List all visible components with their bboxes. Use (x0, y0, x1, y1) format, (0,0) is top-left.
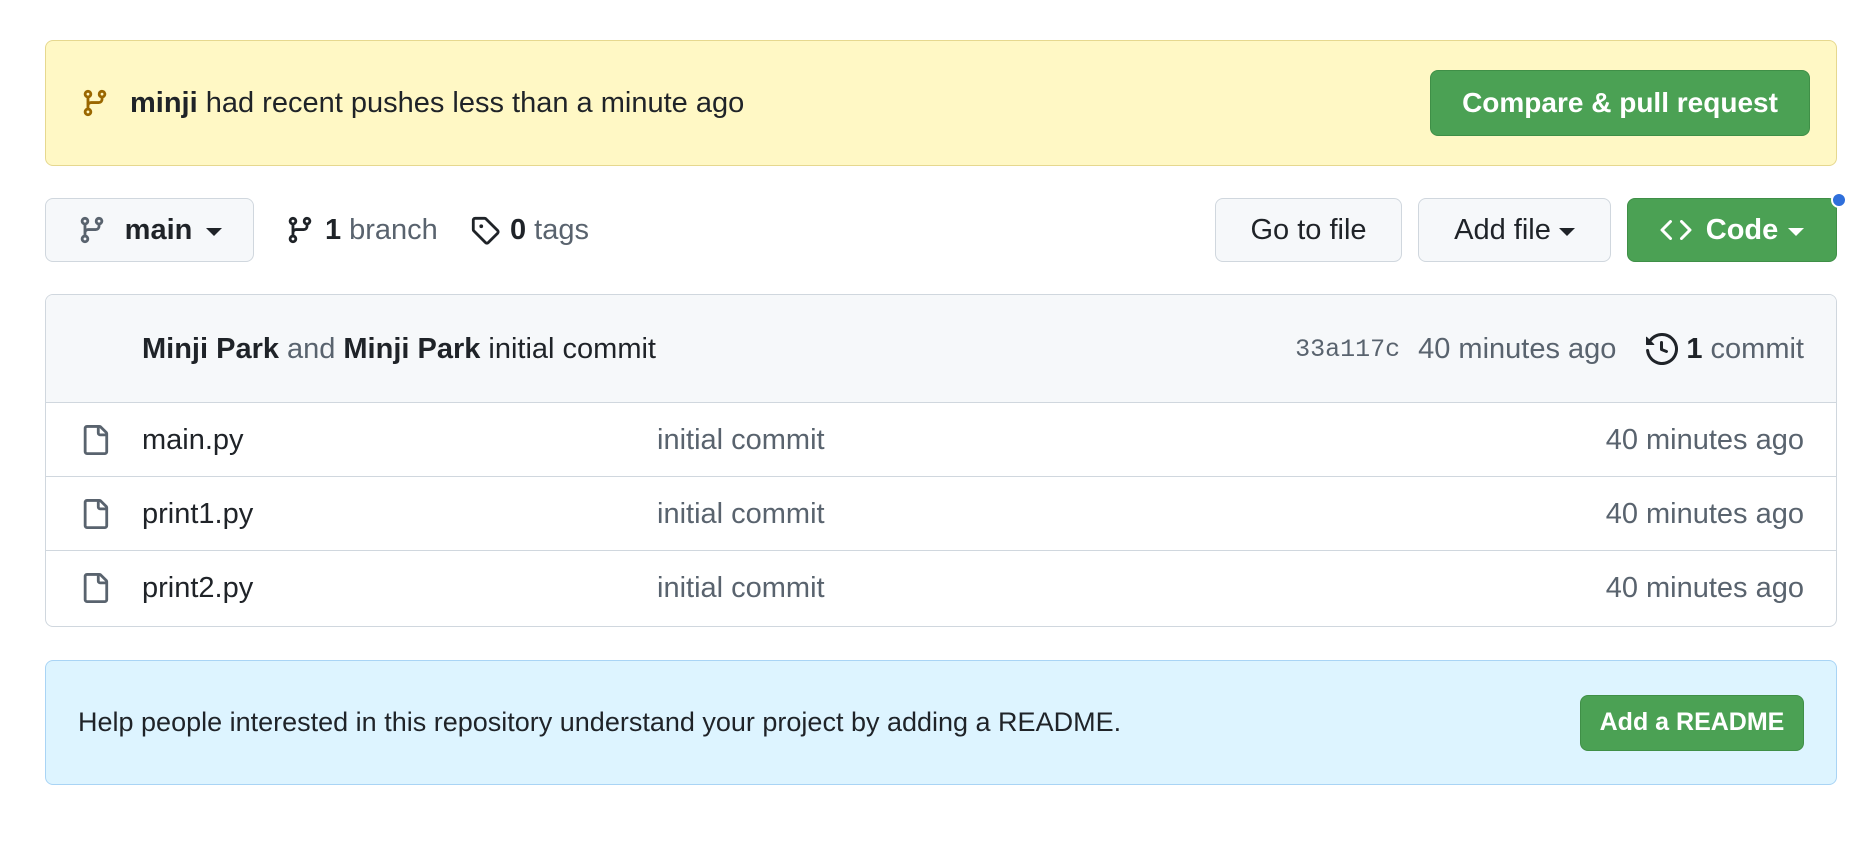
push-message: had recent pushes less than a minute ago (205, 86, 745, 119)
branch-label: branch (349, 213, 438, 246)
file-commit-message-link[interactable]: initial commit (657, 477, 825, 551)
go-to-file-label: Go to file (1250, 213, 1367, 246)
file-listing: Minji Park and Minji Park initial commit… (45, 294, 1837, 627)
file-name-link[interactable]: print1.py (142, 477, 253, 551)
git-branch-icon (288, 216, 312, 244)
commit-author[interactable]: Minji Park (142, 333, 279, 366)
repo-page: minji had recent pushes less than a minu… (0, 0, 1876, 846)
add-file-button[interactable]: Add file (1418, 198, 1611, 262)
commit-time: 40 minutes ago (1418, 332, 1617, 365)
file-commit-message-link[interactable]: initial commit (657, 551, 825, 625)
go-to-file-button[interactable]: Go to file (1215, 198, 1402, 262)
file-commit-time: 40 minutes ago (1605, 424, 1804, 456)
code-button[interactable]: Code (1627, 198, 1837, 262)
file-icon (83, 499, 109, 529)
tag-icon (471, 216, 500, 245)
add-readme-button[interactable]: Add a README (1580, 694, 1804, 751)
latest-commit-header: Minji Park and Minji Park initial commit… (46, 295, 1836, 403)
history-icon[interactable] (1646, 333, 1679, 365)
commit-count-label[interactable]: commit (1711, 333, 1804, 366)
caret-down-icon (1558, 228, 1575, 236)
file-commit-time: 40 minutes ago (1605, 498, 1804, 530)
commit-sha-link[interactable]: 33a117c (1295, 335, 1400, 364)
push-user[interactable]: minji (130, 87, 198, 119)
notification-dot (1831, 192, 1847, 208)
branch-name: main (124, 213, 193, 246)
branch-count: 1 (325, 213, 342, 246)
latest-commit-meta: 33a117c 40 minutes ago 1 commit (1295, 295, 1804, 403)
commit-conjunction: and (287, 332, 336, 365)
file-icon (83, 425, 109, 455)
caret-down-icon (206, 228, 223, 236)
branch-selector-button[interactable]: main (45, 198, 254, 262)
branches-link[interactable]: 1 branch (285, 198, 438, 262)
tag-label: tags (534, 213, 589, 246)
caret-down-icon (1788, 228, 1805, 236)
file-row[interactable]: main.py initial commit 40 minutes ago (46, 403, 1836, 477)
git-branch-icon (83, 89, 107, 117)
add-file-label: Add file (1454, 213, 1551, 246)
commit-message-link[interactable]: initial commit (488, 333, 656, 366)
code-label: Code (1705, 213, 1779, 246)
file-icon (83, 573, 109, 603)
commit-count[interactable]: 1 (1686, 333, 1702, 366)
code-icon (1660, 219, 1692, 241)
readme-prompt-text: Help people interested in this repositor… (78, 707, 1122, 737)
git-branch-icon (80, 216, 103, 244)
add-readme-banner: Help people interested in this repositor… (45, 660, 1837, 785)
file-commit-message-link[interactable]: initial commit (657, 403, 825, 477)
file-name-link[interactable]: main.py (142, 403, 244, 477)
compare-pull-request-button[interactable]: Compare & pull request (1430, 70, 1810, 136)
tag-count: 0 (510, 213, 527, 246)
file-name-link[interactable]: print2.py (142, 551, 253, 625)
tags-link[interactable]: 0 tags (470, 198, 589, 262)
file-row[interactable]: print1.py initial commit 40 minutes ago (46, 477, 1836, 551)
repo-toolbar: main 1 branch 0 tags Go to file Add file (45, 192, 1847, 262)
recent-pushes-banner: minji had recent pushes less than a minu… (45, 40, 1837, 166)
recent-pushes-text: minji had recent pushes less than a minu… (130, 87, 1430, 120)
latest-commit-info: Minji Park and Minji Park initial commit (142, 295, 656, 403)
file-commit-time: 40 minutes ago (1605, 572, 1804, 604)
commit-coauthor[interactable]: Minji Park (343, 333, 480, 366)
file-row[interactable]: print2.py initial commit 40 minutes ago (46, 551, 1836, 625)
